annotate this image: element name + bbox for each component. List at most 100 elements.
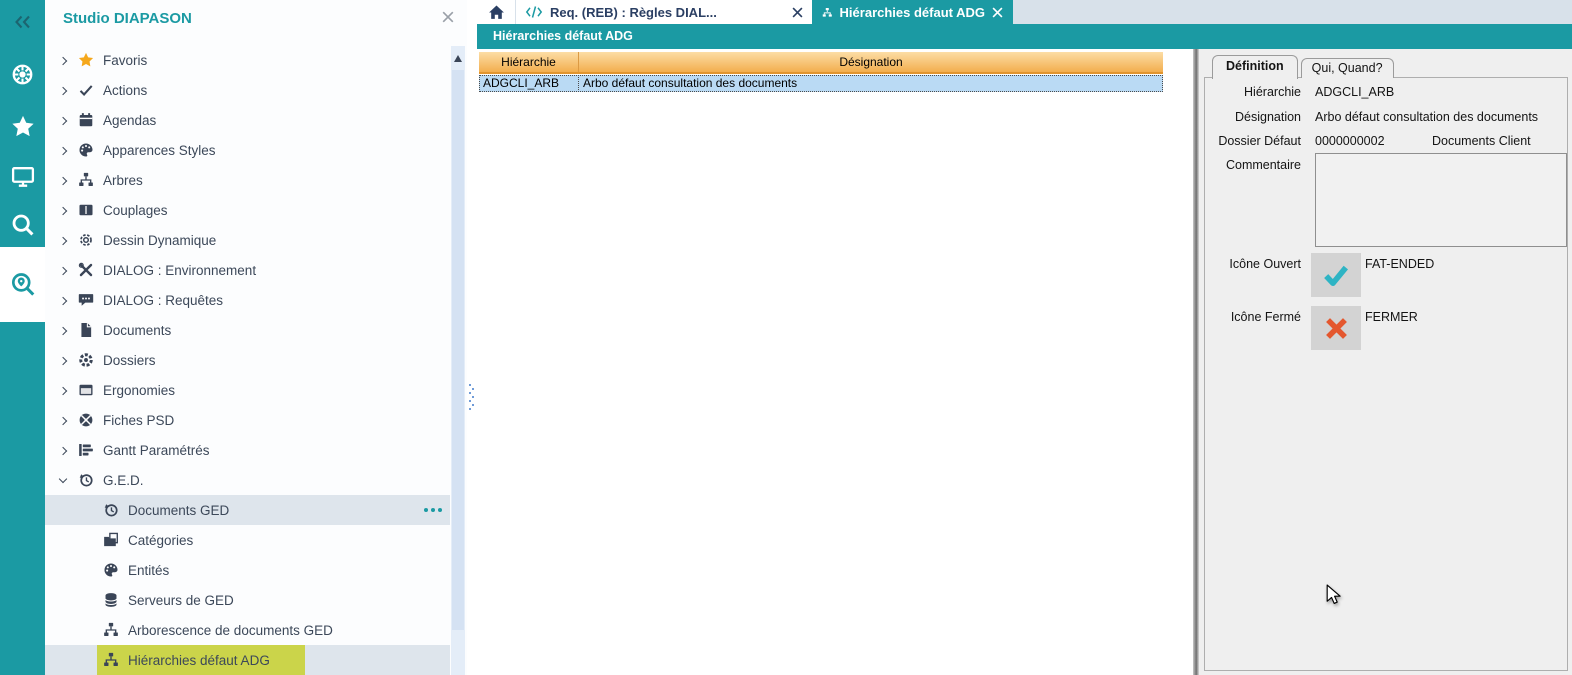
sidebar-item-dialog-environnement[interactable]: DIALOG : Environnement xyxy=(45,255,450,285)
tab-label: Définition xyxy=(1226,59,1284,73)
palette-icon xyxy=(78,142,94,158)
row-more-menu-icon[interactable] xyxy=(424,508,442,512)
modules-button[interactable] xyxy=(0,56,45,92)
favorites-button[interactable] xyxy=(0,108,45,144)
field-value-dossier-code[interactable]: 0000000002 xyxy=(1315,134,1385,148)
chevron-right-icon[interactable] xyxy=(58,145,69,156)
gear-outline-icon xyxy=(78,232,94,248)
chevron-right-icon[interactable] xyxy=(58,415,69,426)
search-button[interactable] xyxy=(0,207,45,243)
field-label-commentaire: Commentaire xyxy=(1201,158,1301,172)
chevron-right-icon[interactable] xyxy=(58,295,69,306)
field-value-hierarchie[interactable]: ADGCLI_ARB xyxy=(1315,85,1394,99)
tab-label: Hiérarchies défaut ADG xyxy=(840,5,985,20)
house-icon xyxy=(488,4,505,21)
chevron-right-icon[interactable] xyxy=(58,355,69,366)
folder-page-icon xyxy=(103,532,119,548)
sidebar-item-dessin-dynamique[interactable]: Dessin Dynamique xyxy=(45,225,450,255)
chevron-right-icon[interactable] xyxy=(58,235,69,246)
double-chevron-left-icon xyxy=(12,13,34,31)
tab-label: Qui, Quand? xyxy=(1312,61,1383,75)
field-value-designation[interactable]: Arbo défaut consultation des documents xyxy=(1315,110,1538,124)
column-header-hierarchie[interactable]: Hiérarchie xyxy=(479,52,578,72)
sidebar-item-dialog-requetes[interactable]: DIALOG : Requêtes xyxy=(45,285,450,315)
close-icon[interactable] xyxy=(792,7,803,18)
sidebar-item-label: Favoris xyxy=(103,53,147,68)
closed-icon-button[interactable] xyxy=(1311,306,1361,350)
sidebar-scrollbar[interactable] xyxy=(451,46,465,675)
sidebar-item-label: Arbres xyxy=(103,173,143,188)
sidebar-splitter[interactable] xyxy=(467,0,477,675)
field-label-dossier-defaut: Dossier Défaut xyxy=(1201,134,1301,148)
sidebar-item-fiches-psd[interactable]: Fiches PSD xyxy=(45,405,450,435)
chevron-right-icon[interactable] xyxy=(58,205,69,216)
sidebar-item-label: Actions xyxy=(103,83,147,98)
tab-definition[interactable]: Définition xyxy=(1212,55,1298,79)
chevron-right-icon[interactable] xyxy=(58,385,69,396)
comment-field[interactable] xyxy=(1315,153,1567,247)
chevron-down-icon[interactable] xyxy=(58,475,69,486)
sidebar-item-ergonomies[interactable]: Ergonomies xyxy=(45,375,450,405)
sidebar-item-documents-ged[interactable]: Documents GED xyxy=(45,495,450,525)
sidebar-item-apparences-styles[interactable]: Apparences Styles xyxy=(45,135,450,165)
main-area: Req. (REB) : Règles DIAL... Hiérarchies … xyxy=(477,0,1572,675)
table-row[interactable]: ADGCLI_ARB Arbo défaut consultation des … xyxy=(479,75,1163,92)
search-icon xyxy=(10,212,36,238)
sidebar-item-label: Entités xyxy=(128,563,169,578)
close-icon[interactable] xyxy=(992,7,1003,18)
chat-icon xyxy=(78,292,94,308)
tab-home[interactable] xyxy=(477,0,515,24)
scroll-up-button[interactable] xyxy=(451,50,465,66)
view-title-bar: Hiérarchies défaut ADG xyxy=(477,24,1572,49)
scrollbar-thumb[interactable] xyxy=(452,70,464,630)
collapse-sidebar-button[interactable] xyxy=(0,4,45,40)
sidebar-item-arbres[interactable]: Arbres xyxy=(45,165,450,195)
cell-designation: Arbo défaut consultation des documents xyxy=(578,75,1163,92)
sidebar-item-couplages[interactable]: Couplages xyxy=(45,195,450,225)
chevron-right-icon[interactable] xyxy=(58,265,69,276)
screens-button[interactable] xyxy=(0,158,45,194)
sidebar-item-label: Ergonomies xyxy=(103,383,175,398)
column-header-designation[interactable]: Désignation xyxy=(578,52,1163,72)
chevron-right-icon[interactable] xyxy=(58,115,69,126)
wheel-icon xyxy=(10,62,35,87)
sidebar-item-agendas[interactable]: Agendas xyxy=(45,105,450,135)
detail-panel: Définition Qui, Quand? Hiérarchie ADGCLI… xyxy=(1199,49,1572,675)
advanced-search-button[interactable] xyxy=(0,247,45,322)
document-tab-bar: Req. (REB) : Règles DIAL... Hiérarchies … xyxy=(477,0,1572,24)
sidebar-item-label: Dessin Dynamique xyxy=(103,233,216,248)
tab-req-reb-regles-dial[interactable]: Req. (REB) : Règles DIAL... xyxy=(516,0,812,24)
chevron-right-icon[interactable] xyxy=(58,55,69,66)
sidebar-item-favoris[interactable]: Favoris xyxy=(45,45,450,75)
studio-diapason-window: Studio DIAPASON Favoris Actions Agendas … xyxy=(0,0,1572,675)
tab-qui-quand[interactable]: Qui, Quand? xyxy=(1301,58,1394,78)
chevron-right-icon[interactable] xyxy=(58,445,69,456)
sidebar-item-actions[interactable]: Actions xyxy=(45,75,450,105)
sidebar-item-categories[interactable]: Catégories xyxy=(45,525,450,555)
sidebar-item-dossiers[interactable]: Dossiers xyxy=(45,345,450,375)
database-icon xyxy=(103,592,119,608)
cell-hierarchie: ADGCLI_ARB xyxy=(479,75,578,92)
sidebar-close-button[interactable] xyxy=(441,10,455,24)
sidebar-item-label: Apparences Styles xyxy=(103,143,216,158)
sidebar-item-hierarchies-defaut-adg[interactable]: Hiérarchies défaut ADG xyxy=(45,645,450,675)
field-value-dossier-name[interactable]: Documents Client xyxy=(1432,134,1531,148)
chevron-right-icon[interactable] xyxy=(58,85,69,96)
tools-icon xyxy=(78,262,94,278)
sidebar-item-ged[interactable]: G.E.D. xyxy=(45,465,450,495)
sidebar-item-arborescence-documents-ged[interactable]: Arborescence de documents GED xyxy=(45,615,450,645)
sidebar-item-documents[interactable]: Documents xyxy=(45,315,450,345)
sidebar-item-gantt-parametres[interactable]: Gantt Paramétrés xyxy=(45,435,450,465)
chevron-right-icon[interactable] xyxy=(58,175,69,186)
hierarchy-grid: Hiérarchie Désignation ADGCLI_ARB Arbo d… xyxy=(479,52,1163,92)
chevron-right-icon[interactable] xyxy=(58,325,69,336)
sidebar-title: Studio DIAPASON xyxy=(63,10,192,27)
tab-hierarchies-defaut-adg[interactable]: Hiérarchies défaut ADG xyxy=(812,0,1013,24)
sidebar-item-serveurs-de-ged[interactable]: Serveurs de GED xyxy=(45,585,450,615)
sidebar-item-entites[interactable]: Entités xyxy=(45,555,450,585)
sidebar-item-label: Documents GED xyxy=(128,503,229,518)
history-icon xyxy=(78,472,94,488)
sidebar-item-label: Documents xyxy=(103,323,171,338)
open-icon-button[interactable] xyxy=(1311,253,1361,297)
field-label-designation: Désignation xyxy=(1201,110,1301,124)
